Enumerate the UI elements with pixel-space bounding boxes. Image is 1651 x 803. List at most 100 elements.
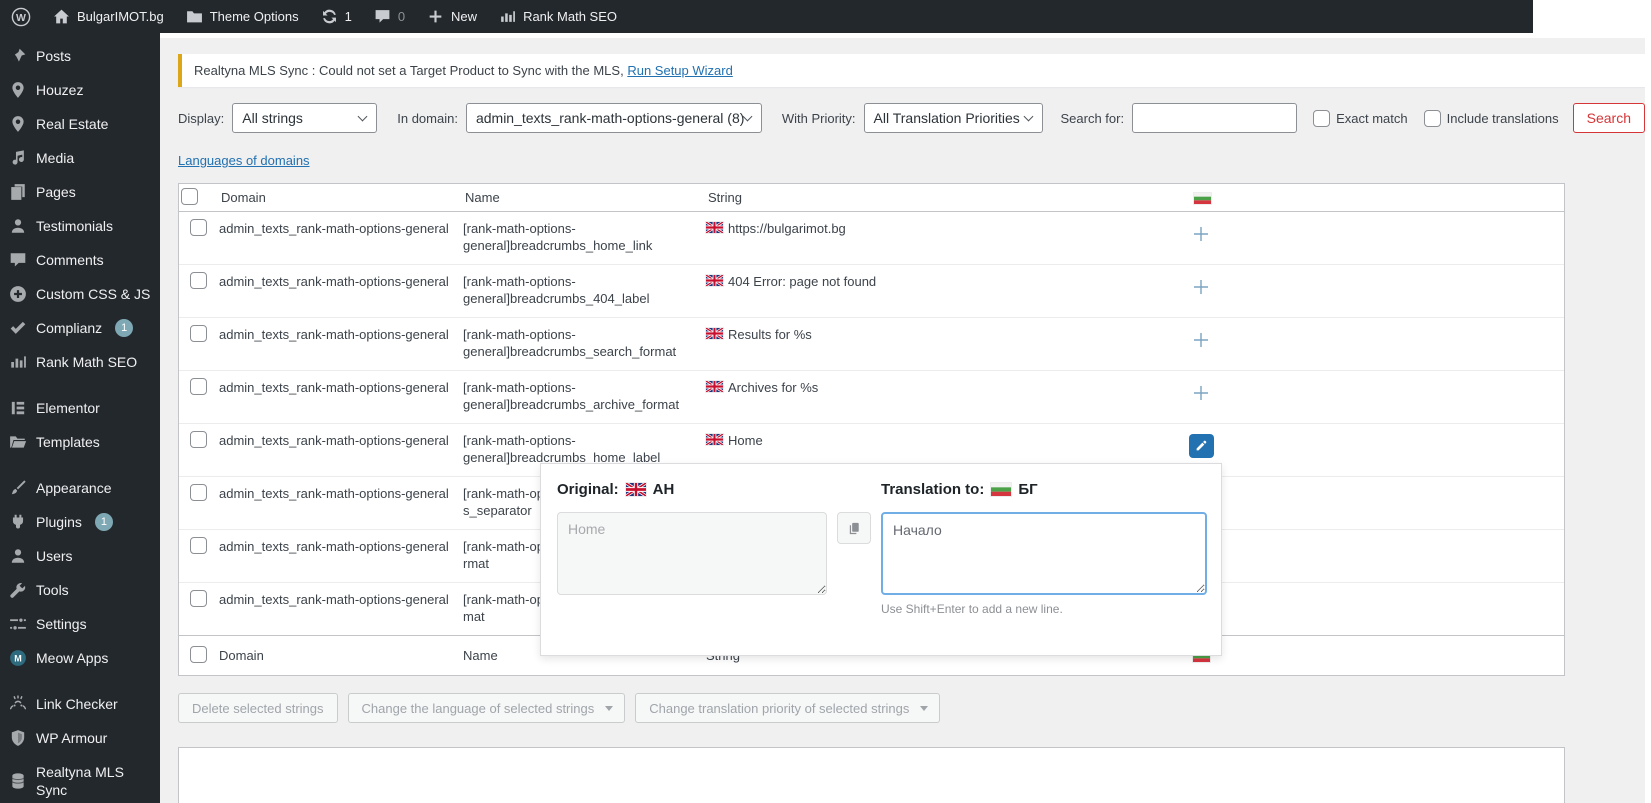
row-checkbox[interactable] (190, 431, 207, 448)
table-row: admin_texts_rank-math-options-general [r… (179, 265, 1564, 318)
change-priority-dropdown-button[interactable]: Change translation priority of selected … (635, 693, 941, 723)
delete-selected-strings-button[interactable]: Delete selected strings (178, 693, 338, 723)
exact-match-checkbox[interactable] (1313, 109, 1331, 127)
sidebar-item-posts[interactable]: Posts (0, 39, 160, 73)
domain-cell: admin_texts_rank-math-options-general (219, 486, 449, 501)
original-string-textarea[interactable]: Home (557, 512, 827, 595)
sidebar-item-complianz[interactable]: Complianz 1 (0, 311, 160, 345)
string-cell: Home (706, 424, 1161, 449)
string-cell: Results for %s (706, 318, 1161, 343)
add-translation-button[interactable] (1191, 330, 1211, 350)
svg-text:M: M (14, 653, 22, 663)
rank-math-menu[interactable]: Rank Math SEO (488, 0, 628, 33)
site-name-menu[interactable]: BulgarIMOT.bg (42, 0, 175, 33)
sidebar-item-realtyna-mls-sync[interactable]: Realtyna MLS Sync (0, 755, 160, 803)
person-icon (9, 217, 27, 235)
map-marker-icon (9, 115, 27, 133)
folder-icon (186, 8, 203, 25)
translation-textarea[interactable]: Начало (881, 512, 1207, 595)
row-checkbox[interactable] (190, 537, 207, 554)
wrench-icon (9, 581, 27, 599)
sidebar-item-users[interactable]: Users (0, 539, 160, 573)
row-checkbox[interactable] (190, 219, 207, 236)
domain-cell: admin_texts_rank-math-options-general (219, 433, 449, 448)
sidebar-item-houzez[interactable]: Houzez (0, 73, 160, 107)
select-all-checkbox[interactable] (190, 645, 207, 663)
comment-icon (374, 8, 391, 25)
main-content: Realtyna MLS Sync : Could not set a Targ… (160, 33, 1645, 803)
updates-menu[interactable]: 1 (310, 0, 363, 33)
domain-cell: admin_texts_rank-math-options-general (219, 274, 449, 289)
change-language-dropdown-button[interactable]: Change the language of selected strings (347, 693, 626, 723)
theme-options-menu[interactable]: Theme Options (175, 0, 310, 33)
search-input[interactable] (1132, 103, 1298, 133)
sidebar-item-comments[interactable]: Comments (0, 243, 160, 277)
table-row: admin_texts_rank-math-options-general [r… (179, 212, 1564, 265)
include-translations-checkbox[interactable] (1423, 109, 1441, 127)
sidebar-item-wp-armour[interactable]: WP Armour (0, 721, 160, 755)
comments-menu[interactable]: 0 (363, 0, 416, 33)
plus-circle-icon (9, 285, 27, 303)
sidebar-item-media[interactable]: Media (0, 141, 160, 175)
row-checkbox[interactable] (190, 378, 207, 395)
languages-of-domains-link[interactable]: Languages of domains (178, 153, 310, 168)
run-setup-wizard-link[interactable]: Run Setup Wizard (627, 63, 733, 78)
sidebar-item-meow-apps[interactable]: M Meow Apps (0, 641, 160, 675)
sidebar-item-tools[interactable]: Tools (0, 573, 160, 607)
media-icon (9, 149, 27, 167)
sidebar-item-pages[interactable]: Pages (0, 175, 160, 209)
seo-chart-icon (499, 8, 516, 25)
shift-enter-hint: Use Shift+Enter to add a new line. (881, 602, 1063, 616)
map-marker-icon (9, 81, 27, 99)
uk-flag-icon (706, 222, 723, 233)
original-language-code: АН (652, 480, 675, 498)
sidebar-item-appearance[interactable]: Appearance (0, 471, 160, 505)
string-cell: 404 Error: page not found (706, 265, 1161, 290)
pin-icon (9, 47, 27, 65)
add-translation-button[interactable] (1191, 277, 1211, 297)
translation-heading: Translation to: БГ (881, 480, 1038, 498)
domain-cell: admin_texts_rank-math-options-general (219, 327, 449, 342)
sidebar-item-templates[interactable]: Templates (0, 425, 160, 459)
wordpress-logo-icon: W (11, 7, 31, 27)
row-checkbox[interactable] (190, 590, 207, 607)
new-content-menu[interactable]: New (416, 0, 488, 33)
column-header-domain: Domain (221, 190, 266, 205)
search-for-label: Search for: (1060, 110, 1125, 126)
sidebar-item-testimonials[interactable]: Testimonials (0, 209, 160, 243)
sidebar-item-real-estate[interactable]: Real Estate (0, 107, 160, 141)
sidebar-item-plugins[interactable]: Plugins 1 (0, 505, 160, 539)
meow-apps-icon: M (9, 649, 27, 667)
bulgarian-flag-icon (1193, 193, 1211, 204)
sidebar-item-settings[interactable]: Settings (0, 607, 160, 641)
priority-filter-select[interactable]: All Translation Priorities (863, 103, 1043, 133)
row-checkbox[interactable] (190, 484, 207, 501)
translation-language-code: БГ (1018, 480, 1038, 498)
search-button[interactable]: Search (1572, 103, 1645, 133)
copy-original-button[interactable] (837, 512, 871, 544)
original-heading: Original: АН (557, 480, 675, 498)
sliders-icon (9, 615, 27, 633)
pencil-icon (1194, 439, 1208, 453)
domain-filter-select[interactable]: admin_texts_rank-math-options-general (8… (465, 103, 762, 133)
updates-count: 1 (344, 9, 352, 24)
add-translation-button[interactable] (1191, 224, 1211, 244)
uk-flag-icon (706, 328, 723, 339)
domain-cell: admin_texts_rank-math-options-general (219, 592, 449, 607)
checkmark-icon (9, 319, 27, 337)
sidebar-item-link-checker[interactable]: Link Checker (0, 687, 160, 721)
sidebar-item-rank-math-seo[interactable]: Rank Math SEO (0, 345, 160, 379)
add-translation-button[interactable] (1191, 383, 1211, 403)
row-checkbox[interactable] (190, 272, 207, 289)
sidebar-item-custom-css-js[interactable]: Custom CSS & JS (0, 277, 160, 311)
sidebar-item-elementor[interactable]: Elementor (0, 391, 160, 425)
row-checkbox[interactable] (190, 325, 207, 342)
name-cell: [rank-math-options-general]breadcrumbs_a… (463, 380, 680, 412)
wordpress-logo-menu[interactable]: W (0, 0, 42, 33)
uk-flag-icon (706, 381, 723, 392)
comment-bubble-icon (9, 251, 27, 269)
select-all-checkbox[interactable] (181, 187, 198, 205)
edit-translation-button[interactable] (1188, 434, 1214, 458)
next-section-box (178, 747, 1565, 803)
display-filter-select[interactable]: All strings (232, 103, 378, 133)
